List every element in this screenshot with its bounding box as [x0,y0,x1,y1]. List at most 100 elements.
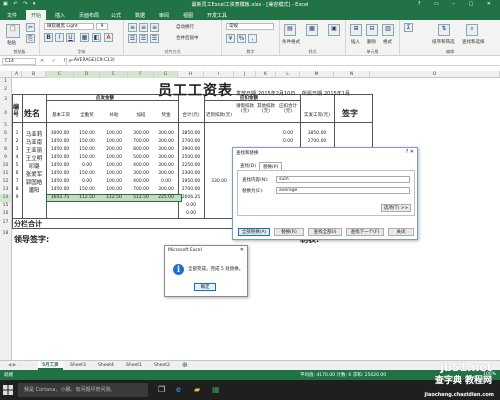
cell-base[interactable]: 1450.00 [46,187,74,192]
column-header[interactable]: I [204,71,234,78]
cell-overtime[interactable]: 300.00 [128,171,154,176]
wrap-text-button[interactable]: 自动换行 [176,24,194,30]
column-header[interactable]: E [100,71,128,78]
cell-overtime[interactable]: 800.00 [128,147,154,152]
column-header[interactable]: B [22,71,46,78]
cell-base[interactable]: 1450.00 [46,179,74,184]
cell-subsidy[interactable]: 100.00 [100,179,128,184]
cell-name[interactable]: 邓璐 [22,162,46,170]
paste-button[interactable]: 粘贴 [7,40,16,46]
conditional-format-button[interactable]: 条件格式 [282,39,300,45]
cell-avg-base[interactable]: 1643.75 [46,195,74,200]
sheet-tab[interactable]: Sheet1 [122,361,146,370]
cell-total[interactable]: 2900.00 [178,147,204,152]
tab-home[interactable]: 开始 [26,10,47,20]
cell-subsidy[interactable]: 100.00 [100,187,128,192]
cell-bonus[interactable]: 300.00 [154,171,178,176]
sheet-tab[interactable]: Sheet3 [66,361,90,370]
cell-no[interactable]: 6 [12,171,22,176]
task-view-icon[interactable]: ❐ [158,385,165,394]
tab-data[interactable]: 数据 [130,10,150,20]
cell-no[interactable]: 4 [12,155,22,160]
cell-total[interactable]: 2500.00 [178,155,204,160]
currency-icon[interactable]: ¥ [226,34,235,43]
column-header[interactable]: M [300,71,334,78]
cell-no[interactable]: 8 [12,187,22,192]
paste-icon[interactable]: 📋 [6,24,20,38]
folder-icon[interactable]: ▰ [194,385,200,394]
number-format-select[interactable]: 常规 [226,23,274,30]
delete-cells-icon[interactable]: ⊟ [366,24,378,36]
column-header[interactable]: J [234,71,256,78]
column-header[interactable]: G [154,71,178,78]
sheet-tab[interactable]: Sheet2 [150,361,174,370]
replace-all-button[interactable]: 全部替换(A) [238,228,270,236]
cell-base[interactable]: 1450.00 [46,139,74,144]
close-button[interactable]: 关闭 [388,228,414,236]
row-header[interactable]: 7 [0,138,12,146]
column-header[interactable]: A [12,71,22,78]
column-header[interactable]: D [74,71,100,78]
formula-input[interactable]: =AVERAGE(C9:C13) [66,58,494,65]
options-button[interactable]: 选项(T) >> [381,204,411,212]
italic-icon[interactable]: I [55,33,64,42]
cell-overtime[interactable]: 500.00 [128,155,154,160]
cell-base[interactable]: 3000.00 [46,131,74,136]
cell-no[interactable]: 3 [12,147,22,152]
row-header[interactable]: 10 [0,162,12,170]
ok-button[interactable]: 确定 [194,283,216,291]
cell-bonus[interactable]: 300.00 [154,147,178,152]
percent-icon[interactable]: % [237,34,246,43]
autosum-icon[interactable]: Σ [404,23,413,32]
windows-start-icon[interactable] [3,385,13,395]
sheet-tab[interactable]: 5月工资 [38,361,63,370]
message-close-icon[interactable]: ✕ [240,247,244,253]
comma-icon[interactable]: , [248,34,257,43]
cell-subsidy[interactable]: 200.00 [100,147,128,152]
cell-avg-overtime[interactable]: 512.50 [128,195,154,200]
cell-net-pay[interactable]: 3850.00 [300,131,334,136]
cell-allowance[interactable]: 150.00 [74,131,100,136]
insert-button[interactable]: 插入 [351,39,360,45]
tab-view[interactable]: 视图 [178,10,198,20]
delete-button[interactable]: 删除 [367,39,376,45]
excel-taskbar-icon[interactable]: ▦ [212,385,220,394]
row-header[interactable]: 6 [0,130,12,138]
replace-with-input[interactable]: average [276,187,410,194]
cell-overtime[interactable]: 700.00 [128,187,154,192]
column-header[interactable]: F [128,71,154,78]
cell-total[interactable]: 2250.00 [178,163,204,168]
copy-icon[interactable]: ⎘ [26,34,35,43]
sort-filter-icon[interactable]: ⇅ [438,24,450,36]
row-header[interactable]: 2 [0,86,12,94]
name-box[interactable]: C14 [2,58,36,65]
window-controls[interactable]: ? ▭ – ▢ ✕ [418,1,497,7]
conditional-format-icon[interactable]: ▤ [284,24,296,36]
cell-avg-subsidy[interactable]: 112.50 [100,195,128,200]
align-middle-icon[interactable]: ≡ [139,23,148,32]
align-right-icon[interactable]: ☰ [150,34,159,43]
row-header[interactable]: 13 [0,186,12,194]
row-header[interactable]: 1 [0,78,12,86]
row-header[interactable]: 3 [0,94,12,106]
cell-total[interactable]: 2700.00 [178,187,204,192]
cell-bonus[interactable]: 300.00 [154,187,178,192]
cell-avg-total[interactable]: 2606.25 [178,195,204,200]
column-header[interactable]: N [334,71,370,78]
cell-total[interactable]: 2300.00 [178,171,204,176]
cell-total[interactable]: 2700.00 [178,139,204,144]
row-header[interactable]: 5 [0,122,12,130]
edge-icon[interactable]: e [176,385,181,394]
row-header[interactable]: 12 [0,178,12,186]
cell-deduct-total[interactable]: 0.00 [276,139,300,144]
cell-base[interactable]: 1450.00 [46,147,74,152]
row-header[interactable]: 17 [0,218,12,228]
cell-no[interactable]: 5 [12,163,22,168]
column-header[interactable]: K [256,71,276,78]
cell-subsidy[interactable]: 100.00 [100,131,128,136]
cell-total[interactable]: 3850.00 [178,131,204,136]
bold-icon[interactable]: B [44,33,53,42]
cortana-search-box[interactable]: 我是 Cortana，小娜。有问题尽管问我。 [18,383,148,397]
row-header[interactable]: 16 [0,210,12,218]
row-header[interactable]: 15 [0,202,12,210]
